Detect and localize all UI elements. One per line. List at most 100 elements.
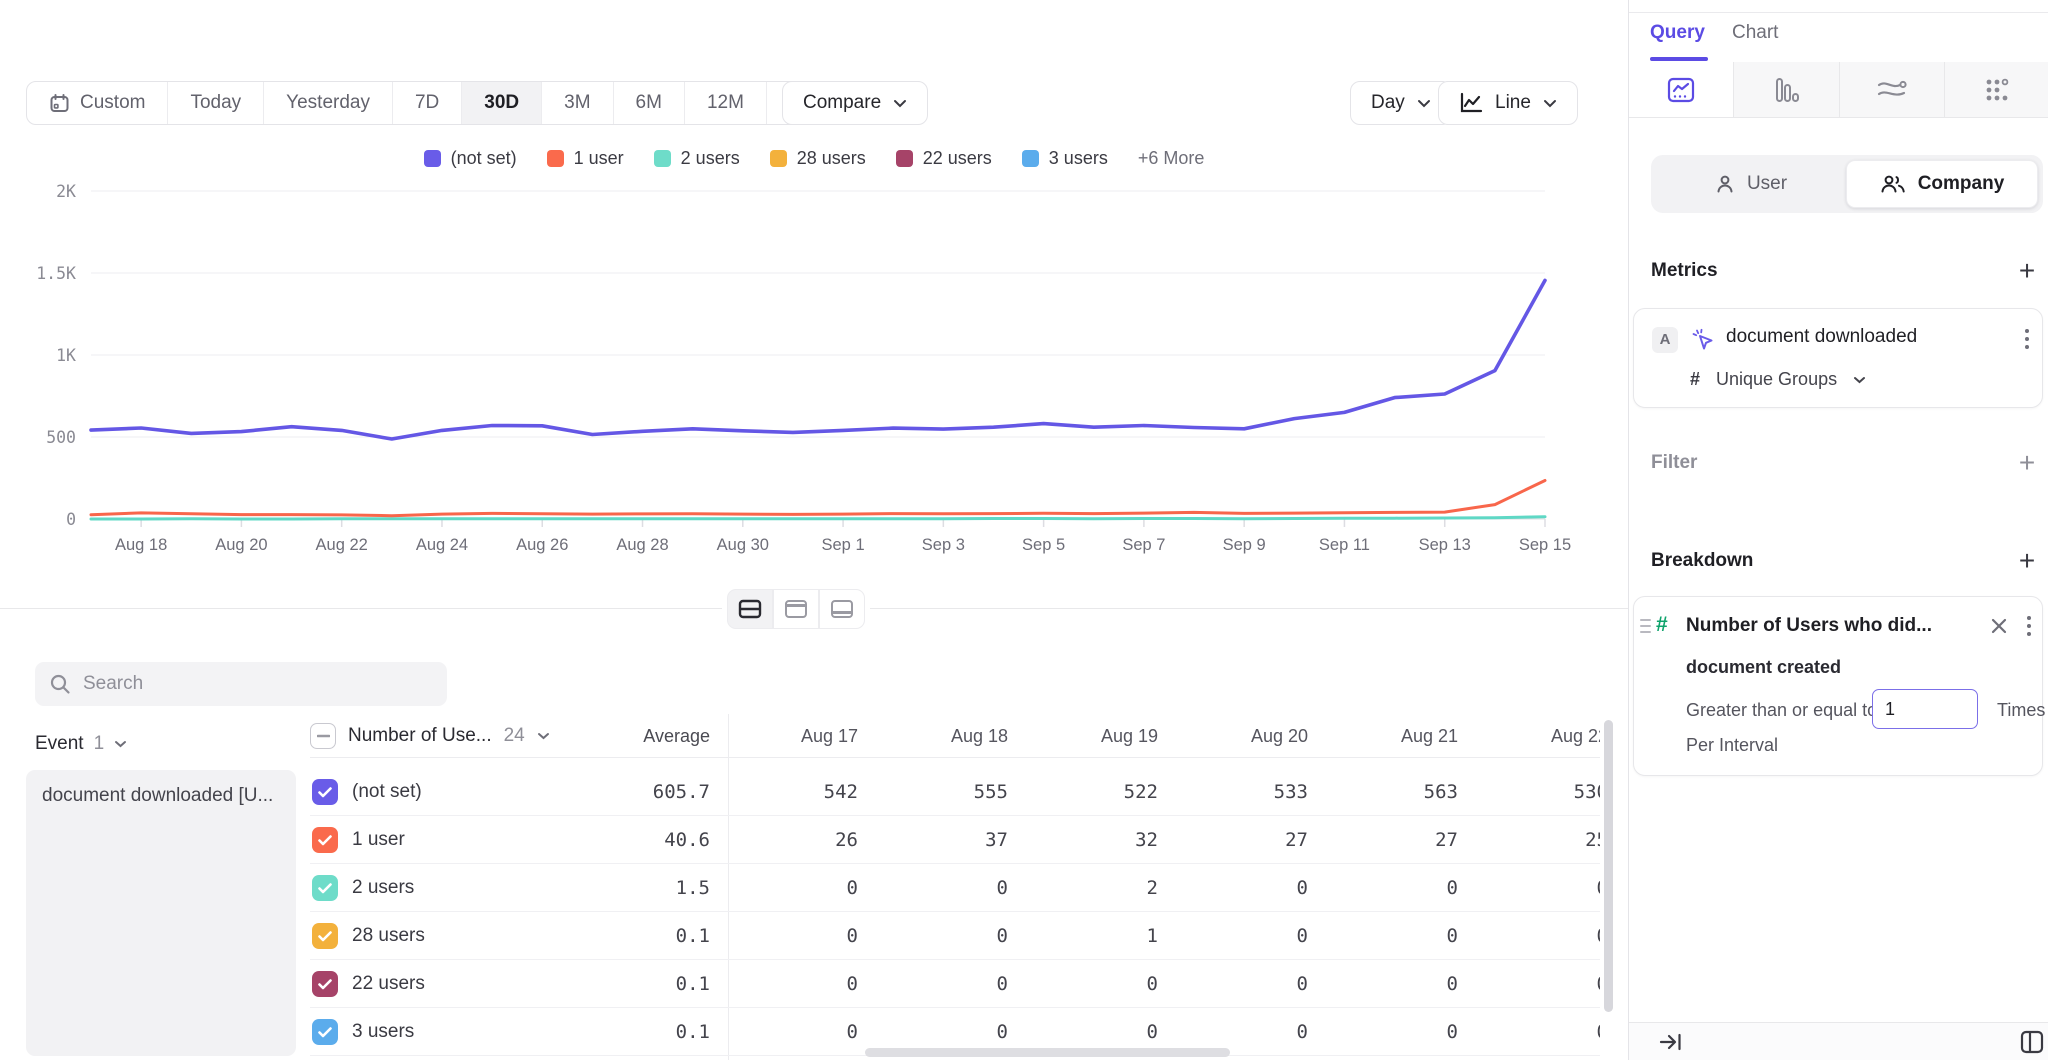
chevron-down-icon[interactable] (537, 732, 550, 740)
svg-text:1K: 1K (56, 346, 76, 365)
data-cell: 0 (1308, 864, 1458, 912)
series-checkbox[interactable] (312, 923, 338, 949)
layout-split-button[interactable] (727, 589, 773, 629)
kebab-menu-icon[interactable] (2026, 614, 2032, 638)
range-custom-button[interactable]: Custom (27, 82, 167, 124)
data-cell: 522 (1008, 768, 1158, 816)
svg-text:2K: 2K (56, 182, 76, 201)
search-box[interactable] (35, 662, 447, 706)
metric-measure[interactable]: # Unique Groups (1690, 369, 1866, 390)
series-checkbox[interactable] (312, 971, 338, 997)
line-chart-box-icon (1666, 76, 1696, 104)
tab-chart[interactable]: Chart (1732, 22, 1778, 44)
range-label: 7D (415, 92, 439, 114)
active-tab-underline (1650, 57, 1708, 61)
average-value: 40.6 (560, 816, 710, 864)
svg-text:Sep 1: Sep 1 (822, 536, 865, 554)
range-yesterday-button[interactable]: Yesterday (263, 82, 392, 124)
measure-type-icon: # (1690, 369, 1700, 390)
data-cell: 0 (1458, 864, 1600, 912)
close-icon[interactable] (1990, 617, 2008, 635)
data-cell: 0 (708, 960, 858, 1008)
range-7d-button[interactable]: 7D (392, 82, 461, 124)
event-column-header[interactable]: Event 1 (35, 722, 127, 766)
breakdown-card[interactable]: # Number of Users who did... document cr… (1633, 596, 2043, 776)
series-checkbox[interactable] (312, 779, 338, 805)
series-label: 28 users (352, 912, 425, 960)
data-cell: 555 (858, 768, 1008, 816)
chart-type-dropdown[interactable]: Line (1438, 81, 1578, 125)
range-6m-button[interactable]: 6M (613, 82, 684, 124)
check-icon (318, 787, 332, 798)
flow-paths-icon (1876, 77, 1908, 103)
range-30d-button[interactable]: 30D (461, 82, 541, 124)
data-cell: 530 (1458, 768, 1600, 816)
tab-segmentation[interactable] (1629, 62, 1733, 117)
breakdown-event: document created (1686, 657, 1841, 678)
vertical-scrollbar[interactable] (1604, 720, 1613, 1012)
kebab-menu-icon[interactable] (2024, 327, 2030, 351)
compare-label: Compare (803, 92, 881, 114)
dots-grid-icon (1983, 76, 2011, 104)
panel-top-border (1629, 12, 2048, 13)
search-icon (49, 673, 71, 695)
range-12m-button[interactable]: 12M (684, 82, 766, 124)
breakdown-value-input[interactable] (1872, 689, 1978, 729)
breakdown-title: Number of Users who did... (1686, 615, 1932, 637)
tab-pathfinder[interactable] (1839, 62, 1944, 117)
data-cell: 0 (1458, 960, 1600, 1008)
table-row: 1 user40.6263732272725 (310, 816, 1600, 864)
series-checkbox[interactable] (312, 875, 338, 901)
toggle-user[interactable]: User (1656, 160, 1846, 208)
series-checkbox[interactable] (312, 827, 338, 853)
range-label: Yesterday (286, 92, 370, 114)
table-header-row: Number of Use... 24 Average Aug 17Aug 18… (310, 714, 1600, 758)
table-row: (not set)605.7542555522533563530 (310, 768, 1600, 816)
tab-query[interactable]: Query (1650, 22, 1705, 44)
average-column-header: Average (560, 714, 710, 758)
interval-dropdown[interactable]: Day (1350, 81, 1452, 125)
collapse-panel-icon[interactable] (1659, 1031, 1683, 1053)
chevron-down-icon (1543, 99, 1557, 108)
add-metric-button[interactable]: + (2013, 258, 2041, 286)
average-value: 1.5 (560, 864, 710, 912)
series-column-header: Number of Use... 24 (310, 714, 550, 758)
company-users-icon (1880, 174, 1906, 194)
add-filter-button[interactable]: + (2013, 450, 2041, 478)
drag-handle-icon[interactable] (1640, 619, 1651, 633)
add-breakdown-button[interactable]: + (2013, 548, 2041, 576)
horizontal-scrollbar[interactable] (865, 1048, 1230, 1057)
svg-text:Sep 3: Sep 3 (922, 536, 965, 554)
data-cell: 533 (1158, 768, 1308, 816)
tab-bar-chart[interactable] (1733, 62, 1838, 117)
check-icon (318, 1027, 332, 1038)
range-label: Today (190, 92, 241, 114)
range-3m-button[interactable]: 3M (541, 82, 612, 124)
data-cell: 0 (1458, 1008, 1600, 1056)
line-chart[interactable]: 05001K1.5K2KAug 18Aug 20Aug 22Aug 24Aug … (0, 130, 1628, 560)
chevron-down-icon (1417, 99, 1431, 108)
toggle-company[interactable]: Company (1846, 160, 2038, 208)
svg-text:Aug 24: Aug 24 (416, 536, 468, 554)
range-today-button[interactable]: Today (167, 82, 263, 124)
metrics-heading: Metrics (1651, 260, 1718, 282)
svg-text:Aug 20: Aug 20 (215, 536, 267, 554)
chevron-down-icon (1853, 376, 1866, 384)
entity-toggle: User Company (1651, 155, 2043, 213)
series-checkbox[interactable] (312, 1019, 338, 1045)
range-label: 30D (484, 92, 519, 114)
data-cell: 27 (1158, 816, 1308, 864)
tab-retention[interactable] (1944, 62, 2048, 117)
chevron-down-icon (893, 99, 907, 108)
series-count: 24 (504, 725, 525, 747)
event-row-label[interactable]: document downloaded [U... (26, 770, 296, 1056)
side-panel-layout-icon[interactable] (2019, 1029, 2045, 1055)
data-cell: 0 (1008, 960, 1158, 1008)
search-input[interactable] (83, 673, 413, 695)
compare-button[interactable]: Compare (782, 81, 928, 125)
select-all-checkbox[interactable] (310, 723, 336, 749)
panel-bottom-bar (1629, 1022, 2048, 1060)
metric-card[interactable]: A document downloaded # Unique Groups (1633, 308, 2043, 408)
layout-chart-only-button[interactable] (773, 589, 819, 629)
layout-table-only-button[interactable] (819, 589, 865, 629)
